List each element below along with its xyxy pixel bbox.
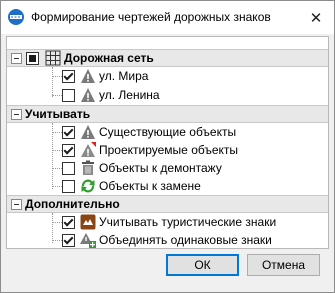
app-icon — [8, 9, 24, 25]
consider-item-existing[interactable]: Существующие объекты — [7, 123, 328, 141]
merge-signs-icon — [80, 233, 96, 248]
close-button[interactable]: ✕ — [298, 1, 334, 34]
title-bar: Формирование чертежей дорожных знаков ✕ — [1, 1, 334, 34]
road-item-label: ул. Ленина — [99, 88, 160, 102]
group-additional: Дополнительно — [7, 195, 328, 213]
cancel-button[interactable]: Отмена — [247, 254, 320, 276]
road-sign-icon — [81, 125, 95, 139]
tourist-sign-icon — [80, 214, 96, 230]
road-item-checkbox[interactable] — [62, 70, 75, 83]
close-icon: ✕ — [309, 9, 323, 27]
trash-icon — [82, 160, 94, 175]
consider-item-label: Объекты к демонтажу — [99, 161, 222, 175]
road-item-mira[interactable]: ул. Мира — [7, 67, 328, 85]
group-consider: Учитывать — [7, 105, 328, 123]
additional-item-label: Объединять одинаковые знаки — [99, 233, 272, 247]
road-network-checkbox[interactable] — [26, 52, 39, 65]
collapse-toggle-consider[interactable] — [11, 109, 22, 120]
road-network-label: Дорожная сеть — [64, 51, 154, 65]
collapse-toggle-additional[interactable] — [11, 199, 22, 210]
additional-label: Дополнительно — [25, 197, 120, 211]
road-item-checkbox[interactable] — [62, 89, 75, 102]
additional-item-checkbox[interactable] — [62, 234, 75, 247]
consider-item-label: Объекты к замене — [99, 179, 201, 193]
consider-item-checkbox[interactable] — [62, 126, 75, 139]
projected-sign-icon — [81, 142, 96, 157]
options-tree[interactable]: Дорожная сеть ул. Мира ул. Ленина Учитыв… — [6, 36, 329, 249]
road-item-label: ул. Мира — [99, 69, 149, 83]
consider-item-dismantle[interactable]: Объекты к демонтажу — [7, 159, 328, 177]
consider-item-checkbox[interactable] — [62, 180, 75, 193]
consider-item-label: Существующие объекты — [99, 125, 237, 139]
consider-item-projected[interactable]: Проектируемые объекты — [7, 141, 328, 159]
road-sign-icon — [81, 88, 95, 102]
ok-button[interactable]: ОК — [166, 254, 239, 276]
collapse-toggle-road-network[interactable] — [11, 53, 22, 64]
additional-item-merge[interactable]: Объединять одинаковые знаки — [7, 231, 328, 248]
consider-label: Учитывать — [25, 107, 91, 121]
road-sign-icon — [81, 69, 95, 83]
additional-item-checkbox[interactable] — [62, 216, 75, 229]
consider-item-checkbox[interactable] — [62, 144, 75, 157]
road-network-icon — [45, 50, 61, 66]
consider-item-checkbox[interactable] — [62, 162, 75, 175]
replace-icon — [81, 179, 95, 193]
dialog-window: Формирование чертежей дорожных знаков ✕ … — [0, 0, 335, 293]
consider-item-replace[interactable]: Объекты к замене — [7, 177, 328, 195]
consider-item-label: Проектируемые объекты — [99, 143, 239, 157]
road-item-lenina[interactable]: ул. Ленина — [7, 86, 328, 104]
group-road-network: Дорожная сеть — [7, 49, 328, 67]
additional-item-tourist[interactable]: Учитывать туристические знаки — [7, 213, 328, 231]
additional-item-label: Учитывать туристические знаки — [99, 215, 277, 229]
window-title: Формирование чертежей дорожных знаков — [31, 10, 271, 24]
